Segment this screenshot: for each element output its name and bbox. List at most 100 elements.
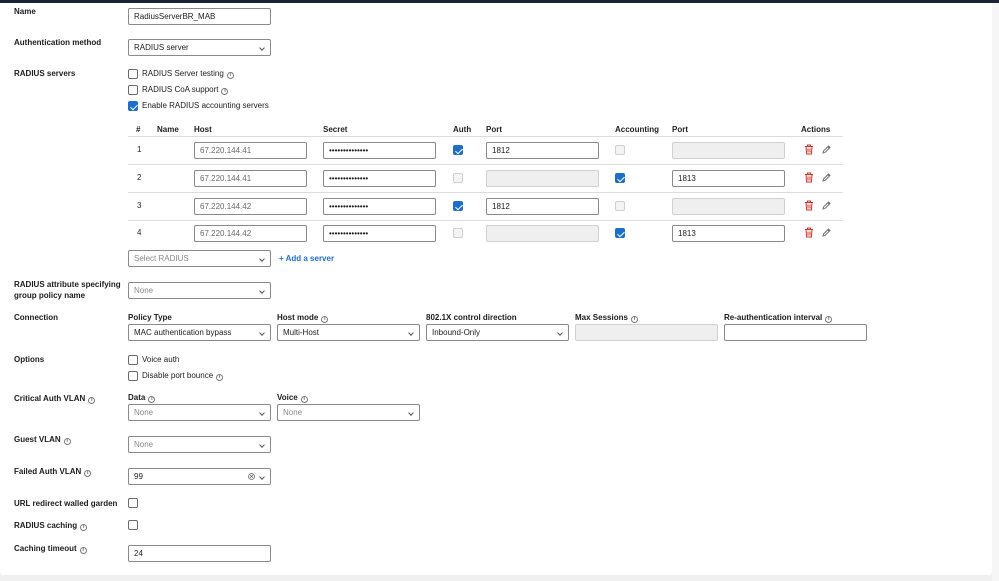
add-server-link[interactable]: + Add a server <box>279 254 334 264</box>
trash-icon[interactable] <box>804 172 814 183</box>
table-divider <box>128 192 843 193</box>
host-value: 67.220.144.41 <box>200 174 252 183</box>
failed-vlan-select[interactable]: 99 <box>128 468 271 485</box>
pencil-icon[interactable] <box>822 173 831 182</box>
policy-type-label: Policy Type <box>128 313 172 322</box>
url-redirect-label: URL redirect walled garden <box>14 499 118 508</box>
auth-checkbox[interactable] <box>453 145 463 155</box>
voice-auth-checkbox[interactable] <box>128 355 138 365</box>
secret-input[interactable]: •••••••••••••• <box>323 170 436 187</box>
acct-port-input[interactable]: 1813 <box>672 170 785 187</box>
policy-type-select[interactable]: MAC authentication bypass <box>128 324 271 341</box>
radius-attr-label-line1: RADIUS attribute specifying <box>14 280 121 289</box>
radius-caching-checkbox[interactable] <box>128 520 138 530</box>
info-icon: i <box>825 316 833 323</box>
url-redirect-checkbox[interactable] <box>128 498 138 508</box>
acct-port-input[interactable] <box>672 198 785 215</box>
pencil-icon[interactable] <box>822 228 831 237</box>
coa-support-label: RADIUS CoA support i <box>142 85 229 95</box>
caching-timeout-input[interactable]: 24 <box>128 545 271 562</box>
auth-port-input[interactable]: 1812 <box>486 142 599 159</box>
pencil-icon[interactable] <box>822 201 831 210</box>
trash-icon[interactable] <box>804 227 814 238</box>
auth-method-select[interactable]: RADIUS server <box>128 39 271 56</box>
trash-icon[interactable] <box>804 200 814 211</box>
accounting-checkbox[interactable] <box>615 201 625 211</box>
chevron-down-icon <box>259 474 265 480</box>
chevron-down-icon <box>259 442 265 448</box>
auth-port-input[interactable]: 1812 <box>486 198 599 215</box>
reauth-interval-input[interactable] <box>724 324 867 341</box>
auth-checkbox[interactable] <box>453 228 463 238</box>
host-mode-select[interactable]: Multi-Host <box>277 324 420 341</box>
name-input[interactable]: RadiusServerBR_MAB <box>128 8 271 25</box>
acct-port-input[interactable]: 1813 <box>672 225 785 242</box>
info-icon: i <box>80 524 88 531</box>
failed-vlan-value: 99 <box>134 472 143 481</box>
radius-attr-select[interactable]: None <box>128 282 271 299</box>
info-icon: i <box>88 397 96 404</box>
accounting-checkbox[interactable] <box>615 173 625 183</box>
radius-attr-value: None <box>134 286 154 295</box>
host-input[interactable]: 67.220.144.41 <box>194 142 307 159</box>
auth-port-input[interactable] <box>486 170 599 187</box>
accounting-servers-checkbox[interactable] <box>128 101 138 111</box>
secret-input[interactable]: •••••••••••••• <box>323 225 436 242</box>
auth-port-input[interactable] <box>486 225 599 242</box>
select-radius-dropdown[interactable]: Select RADIUS <box>128 250 271 267</box>
control-direction-value: Inbound-Only <box>432 328 481 337</box>
chevron-down-icon <box>259 256 265 262</box>
critical-voice-label: Voice i <box>277 393 308 403</box>
host-value: 67.220.144.41 <box>200 146 252 155</box>
secret-input[interactable]: •••••••••••••• <box>323 142 436 159</box>
server-testing-label: RADIUS Server testing i <box>142 69 234 79</box>
info-icon: i <box>84 470 92 477</box>
form-panel: Name RadiusServerBR_MAB Authentication m… <box>0 3 992 575</box>
select-radius-placeholder: Select RADIUS <box>134 254 189 263</box>
col-header-num: # <box>136 125 141 134</box>
options-label: Options <box>14 355 45 364</box>
col-header-actions: Actions <box>801 125 831 134</box>
clear-icon[interactable] <box>248 473 255 480</box>
server-testing-checkbox[interactable] <box>128 69 138 79</box>
critical-data-label: Data i <box>128 393 156 403</box>
host-input[interactable]: 67.220.144.42 <box>194 225 307 242</box>
control-direction-select[interactable]: Inbound-Only <box>426 324 569 341</box>
disable-port-bounce-checkbox[interactable] <box>128 371 138 381</box>
auth-method-label: Authentication method <box>14 38 102 47</box>
voice-auth-label: Voice auth <box>142 355 180 364</box>
info-icon: i <box>300 396 308 403</box>
pencil-icon[interactable] <box>822 145 831 154</box>
col-header-host: Host <box>194 125 212 134</box>
col-header-name: Name <box>157 125 179 134</box>
row-number: 4 <box>137 228 142 237</box>
col-header-accounting: Accounting <box>615 125 659 134</box>
info-icon: i <box>226 72 234 79</box>
critical-voice-select[interactable]: None <box>277 404 420 421</box>
guest-vlan-label: Guest VLAN i <box>14 435 71 445</box>
accounting-checkbox[interactable] <box>615 145 625 155</box>
info-icon: i <box>216 374 224 381</box>
host-input[interactable]: 67.220.144.41 <box>194 170 307 187</box>
col-header-port: Port <box>486 125 502 134</box>
guest-vlan-select[interactable]: None <box>128 436 271 453</box>
secret-input[interactable]: •••••••••••••• <box>323 198 436 215</box>
info-icon: i <box>79 547 87 554</box>
vertical-scrollbar[interactable] <box>992 3 999 581</box>
critical-data-value: None <box>134 408 154 417</box>
critical-data-select[interactable]: None <box>128 404 271 421</box>
accounting-checkbox[interactable] <box>615 228 625 238</box>
acct-port-input[interactable] <box>672 142 785 159</box>
host-value: 67.220.144.42 <box>200 229 252 238</box>
table-divider <box>128 136 843 137</box>
host-mode-label: Host mode i <box>277 313 329 323</box>
auth-checkbox[interactable] <box>453 201 463 211</box>
max-sessions-input[interactable] <box>575 324 718 341</box>
trash-icon[interactable] <box>804 144 814 155</box>
coa-support-checkbox[interactable] <box>128 85 138 95</box>
auth-checkbox[interactable] <box>453 173 463 183</box>
chevron-down-icon <box>557 330 563 336</box>
host-input[interactable]: 67.220.144.42 <box>194 198 307 215</box>
max-sessions-label: Max Sessions i <box>575 313 638 323</box>
radius-caching-label: RADIUS caching i <box>14 521 88 531</box>
